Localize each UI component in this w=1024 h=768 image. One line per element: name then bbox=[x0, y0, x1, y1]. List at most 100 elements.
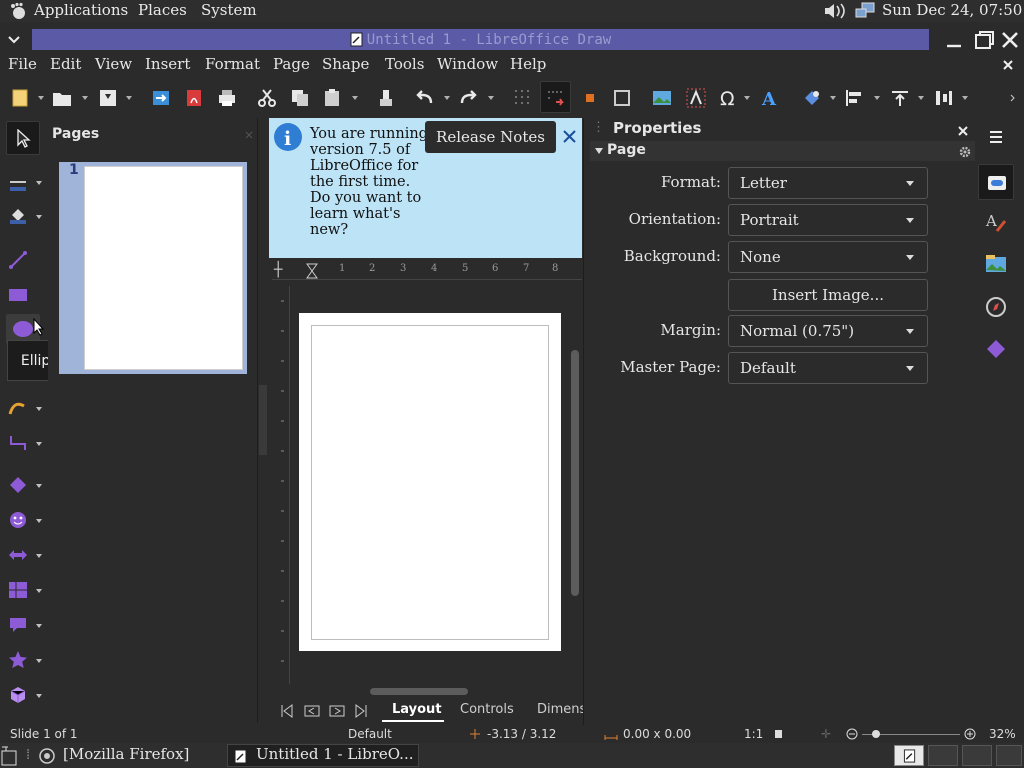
menu-file[interactable]: File bbox=[8, 55, 37, 73]
zoom-level[interactable]: 32% bbox=[989, 727, 1016, 741]
places-menu[interactable]: Places bbox=[138, 1, 187, 19]
transformations-dropdown-icon[interactable] bbox=[830, 96, 836, 100]
3d-objects-dropdown-icon[interactable] bbox=[36, 694, 42, 698]
master-page-dropdown[interactable]: Default bbox=[728, 352, 928, 384]
orientation-dropdown[interactable]: Portrait bbox=[728, 204, 928, 236]
line-color-icon[interactable] bbox=[8, 172, 28, 192]
zoom-pan-icon[interactable] bbox=[612, 88, 632, 108]
zoom-out-icon[interactable] bbox=[846, 728, 858, 740]
new-document-icon[interactable] bbox=[10, 88, 30, 108]
curve-dropdown-icon[interactable] bbox=[36, 407, 42, 411]
shapes-icon[interactable] bbox=[985, 338, 1007, 360]
connector-dropdown-icon[interactable] bbox=[36, 442, 42, 446]
close-pages-pane-icon[interactable] bbox=[245, 131, 253, 139]
close-infobar-icon[interactable] bbox=[562, 129, 577, 144]
taskbar-libreoffice-button[interactable]: Untitled 1 - LibreO... bbox=[227, 744, 419, 767]
insert-image-icon[interactable] bbox=[652, 88, 672, 108]
clone-formatting-icon[interactable] bbox=[376, 88, 396, 108]
slide-count[interactable]: Slide 1 of 1 bbox=[10, 727, 78, 741]
connector-tool-icon[interactable] bbox=[8, 433, 28, 453]
close-window-icon[interactable] bbox=[1000, 30, 1020, 50]
new-dropdown-icon[interactable] bbox=[38, 96, 44, 100]
menu-format[interactable]: Format bbox=[205, 55, 260, 73]
minimize-icon[interactable] bbox=[945, 32, 963, 50]
redo-dropdown-icon[interactable] bbox=[488, 96, 494, 100]
open-dropdown-icon[interactable] bbox=[82, 96, 88, 100]
symbol-shapes-icon[interactable] bbox=[8, 510, 28, 530]
window-menu-chevron-icon[interactable] bbox=[7, 35, 21, 45]
paste-dropdown-icon[interactable] bbox=[352, 96, 358, 100]
arrange-dropdown-icon[interactable] bbox=[918, 96, 924, 100]
block-arrows-dropdown-icon[interactable] bbox=[36, 554, 42, 558]
system-menu[interactable]: System bbox=[201, 1, 257, 19]
save-dropdown-icon[interactable] bbox=[126, 96, 132, 100]
paste-icon[interactable] bbox=[322, 88, 342, 108]
vertical-scrollbar[interactable] bbox=[571, 350, 579, 596]
taskbar-firefox[interactable]: [Mozilla Firefox] bbox=[63, 745, 189, 763]
section-collapse-icon[interactable] bbox=[594, 147, 604, 155]
select-tool[interactable] bbox=[6, 121, 40, 155]
star-shapes-icon[interactable] bbox=[8, 650, 28, 670]
3d-objects-icon[interactable] bbox=[8, 685, 28, 705]
format-dropdown[interactable]: Letter bbox=[728, 167, 928, 199]
redo-icon[interactable] bbox=[458, 88, 478, 108]
flowchart-dropdown-icon[interactable] bbox=[36, 589, 42, 593]
menu-window[interactable]: Window bbox=[437, 55, 498, 73]
applications-menu[interactable]: Applications bbox=[34, 1, 128, 19]
fill-color-dropdown-icon[interactable] bbox=[36, 215, 42, 219]
line-tool-icon[interactable] bbox=[8, 250, 28, 270]
undo-icon[interactable] bbox=[415, 88, 435, 108]
helplines-toggle[interactable] bbox=[540, 81, 571, 113]
align-objects-icon[interactable] bbox=[845, 88, 865, 108]
volume-icon[interactable] bbox=[823, 2, 851, 20]
menu-help[interactable]: Help bbox=[510, 55, 546, 73]
navigator-icon[interactable] bbox=[985, 296, 1007, 318]
fontwork-icon[interactable]: A bbox=[760, 88, 780, 108]
gnome-foot-icon[interactable] bbox=[9, 2, 27, 20]
toolbar-overflow-icon[interactable] bbox=[1010, 94, 1018, 102]
sidebar-grip-icon[interactable]: ⋮ bbox=[592, 120, 605, 135]
last-tab-icon[interactable] bbox=[354, 704, 368, 718]
copy-icon[interactable] bbox=[290, 88, 310, 108]
menu-insert[interactable]: Insert bbox=[145, 55, 190, 73]
line-color-dropdown-icon[interactable] bbox=[36, 181, 42, 185]
print-icon[interactable] bbox=[217, 88, 237, 108]
workspace-4[interactable] bbox=[996, 745, 1022, 766]
clock[interactable]: Sun Dec 24, 07:50 bbox=[882, 1, 1022, 19]
sidebar-menu-icon[interactable] bbox=[988, 130, 1004, 144]
undo-dropdown-icon[interactable] bbox=[444, 96, 450, 100]
save-icon[interactable] bbox=[98, 88, 118, 108]
distribute-dropdown-icon[interactable] bbox=[962, 96, 968, 100]
menu-tools[interactable]: Tools bbox=[385, 55, 424, 73]
selection-mode-icon[interactable]: ✛ bbox=[821, 727, 831, 741]
basic-shapes-icon[interactable] bbox=[8, 475, 28, 495]
fill-color-icon[interactable] bbox=[8, 205, 28, 225]
ruler-tab-icon[interactable]: ┼ bbox=[274, 262, 282, 278]
network-icon[interactable] bbox=[854, 2, 876, 20]
export-icon[interactable] bbox=[151, 88, 171, 108]
slide-layout-name[interactable]: Default bbox=[348, 727, 392, 741]
workspace-3[interactable] bbox=[962, 745, 992, 766]
menu-edit[interactable]: Edit bbox=[50, 55, 81, 73]
star-shapes-dropdown-icon[interactable] bbox=[36, 659, 42, 663]
block-arrows-icon[interactable] bbox=[8, 545, 28, 565]
workspace-2[interactable] bbox=[928, 745, 958, 766]
maximize-icon[interactable] bbox=[973, 30, 995, 50]
release-notes-button[interactable]: Release Notes bbox=[425, 121, 556, 153]
workspace-1[interactable] bbox=[894, 745, 924, 766]
properties-deck-button[interactable] bbox=[978, 164, 1014, 200]
open-folder-icon[interactable] bbox=[52, 88, 72, 108]
callout-shapes-icon[interactable] bbox=[8, 615, 28, 635]
transformations-icon[interactable] bbox=[802, 88, 822, 108]
zoom-in-icon[interactable] bbox=[964, 728, 976, 740]
special-character-icon[interactable]: Ω bbox=[718, 88, 738, 108]
menu-page[interactable]: Page bbox=[273, 55, 310, 73]
rectangle-tool-icon[interactable] bbox=[8, 285, 28, 305]
align-dropdown-icon[interactable] bbox=[874, 96, 880, 100]
special-character-dropdown-icon[interactable] bbox=[744, 96, 750, 100]
page-section-header[interactable] bbox=[590, 141, 975, 161]
menu-shape[interactable]: Shape bbox=[322, 55, 369, 73]
tab-layout[interactable]: Layout bbox=[392, 702, 442, 717]
curve-tool-icon[interactable] bbox=[8, 398, 28, 418]
insert-image-button[interactable]: Insert Image... bbox=[728, 279, 928, 311]
